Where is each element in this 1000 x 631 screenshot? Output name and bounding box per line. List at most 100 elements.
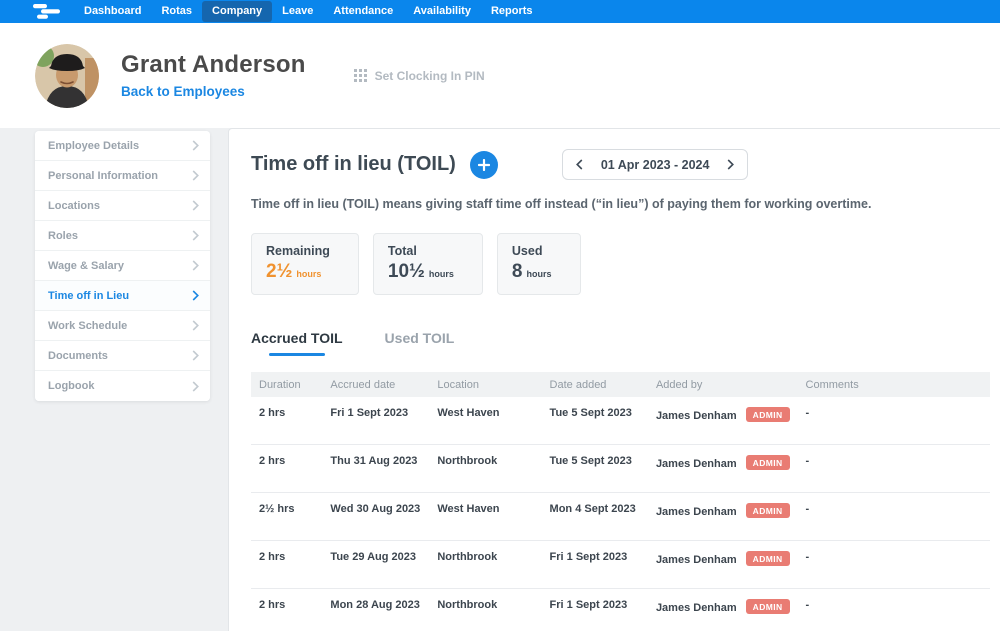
stat-unit: hours: [428, 269, 454, 279]
cell-duration: 2 hrs: [251, 444, 323, 493]
toil-title-row: Time off in lieu (TOIL) 01 Apr 2023 - 20…: [251, 149, 990, 180]
top-navbar: Dashboard Rotas Company Leave Attendance…: [0, 0, 1000, 23]
table-row: 2 hrs Fri 1 Sept 2023 West Haven Tue 5 S…: [251, 397, 990, 445]
cell-location: Northbrook: [429, 444, 542, 493]
cell-added-by: James Denham ADMIN: [647, 397, 798, 445]
employee-name: Grant Anderson: [121, 50, 306, 78]
date-next-button[interactable]: [717, 150, 743, 179]
chevron-left-icon: [576, 159, 583, 170]
chevron-right-icon: [192, 290, 199, 301]
nav-item-company[interactable]: Company: [202, 1, 273, 22]
chevron-right-icon: [192, 350, 199, 361]
sidebar-item-label: Personal Information: [48, 169, 159, 182]
sidebar-item-time-off-in-lieu[interactable]: Time off in Lieu: [35, 281, 210, 311]
stat-label: Total: [387, 244, 417, 258]
sidebar-item-locations[interactable]: Locations: [35, 191, 210, 221]
sidebar-item-logbook[interactable]: Logbook: [35, 371, 210, 401]
cell-comments: -: [797, 540, 990, 589]
date-range-label: 01 Apr 2023 - 2024: [600, 157, 710, 172]
column-header-location: Location: [429, 372, 542, 397]
sidebar-item-work-schedule[interactable]: Work Schedule: [35, 311, 210, 341]
rotacloud-logo-icon[interactable]: [30, 3, 62, 20]
tab-used-toil[interactable]: Used TOIL: [385, 330, 455, 356]
stat-label: Used: [511, 244, 543, 258]
set-clocking-pin-button[interactable]: Set Clocking In PIN: [353, 68, 485, 83]
avatar: [35, 43, 99, 108]
cell-comments: -: [797, 444, 990, 493]
toil-tabs: Accrued TOIL Used TOIL: [251, 330, 990, 356]
cell-date-added: Mon 4 Sept 2023: [541, 492, 648, 541]
toil-title: Time off in lieu (TOIL): [251, 153, 456, 175]
column-header-comments: Comments: [797, 372, 990, 397]
stat-unit: hours: [296, 269, 322, 279]
accrued-toil-table: Duration Accrued date Location Date adde…: [251, 372, 990, 631]
set-clocking-pin-label: Set Clocking In PIN: [374, 68, 485, 83]
column-header-date-added: Date added: [541, 372, 648, 397]
date-range-picker[interactable]: 01 Apr 2023 - 2024: [561, 149, 749, 180]
cell-duration: 2 hrs: [251, 397, 323, 445]
stat-unit: hours: [526, 269, 552, 279]
plus-icon: [477, 158, 490, 171]
admin-badge: ADMIN: [745, 503, 790, 518]
table-row: 2 hrs Mon 28 Aug 2023 Northbrook Fri 1 S…: [251, 588, 990, 631]
nav-item-availability[interactable]: Availability: [403, 1, 481, 22]
tab-accrued-toil[interactable]: Accrued TOIL: [251, 330, 343, 356]
chevron-right-icon: [192, 140, 199, 151]
cell-location: Northbrook: [429, 588, 542, 631]
table-row: 2 hrs Thu 31 Aug 2023 Northbrook Tue 5 S…: [251, 444, 990, 493]
added-by-name: James Denham: [655, 410, 737, 422]
column-header-duration: Duration: [251, 372, 323, 397]
sidebar-item-wage-salary[interactable]: Wage & Salary: [35, 251, 210, 281]
cell-added-by: James Denham ADMIN: [647, 540, 798, 589]
add-toil-button[interactable]: [469, 150, 498, 179]
employee-sidebar: Employee Details Personal Information Lo…: [35, 131, 210, 401]
cell-accrued-date: Tue 29 Aug 2023: [322, 540, 430, 589]
cell-accrued-date: Wed 30 Aug 2023: [322, 492, 430, 541]
cell-accrued-date: Fri 1 Sept 2023: [322, 397, 430, 445]
table-header-row: Duration Accrued date Location Date adde…: [251, 372, 990, 397]
sidebar-item-label: Logbook: [48, 380, 95, 392]
nav-item-dashboard[interactable]: Dashboard: [74, 1, 151, 22]
admin-badge: ADMIN: [745, 599, 790, 614]
admin-badge: ADMIN: [745, 455, 790, 470]
sidebar-column: Employee Details Personal Information Lo…: [0, 128, 228, 631]
chevron-right-icon: [192, 170, 199, 181]
profile-header: Grant Anderson Back to Employees Set Clo…: [0, 23, 1000, 128]
sidebar-item-label: Documents: [48, 349, 108, 362]
date-prev-button[interactable]: [567, 150, 593, 179]
sidebar-item-roles[interactable]: Roles: [35, 221, 210, 251]
toil-description: Time off in lieu (TOIL) means giving sta…: [251, 197, 872, 211]
nav-item-leave[interactable]: Leave: [272, 1, 323, 22]
cell-added-by: James Denham ADMIN: [647, 588, 798, 631]
sidebar-item-label: Employee Details: [48, 139, 140, 152]
sidebar-item-personal-information[interactable]: Personal Information: [35, 161, 210, 191]
sidebar-item-employee-details[interactable]: Employee Details: [35, 131, 210, 161]
cell-location: Northbrook: [429, 540, 542, 589]
table-row: 2½ hrs Wed 30 Aug 2023 West Haven Mon 4 …: [251, 492, 990, 541]
chevron-right-icon: [727, 159, 734, 170]
chevron-right-icon: [192, 230, 199, 241]
added-by-name: James Denham: [655, 506, 737, 518]
stat-card-remaining: Remaining 2½ hours: [251, 233, 359, 295]
cell-added-by: James Denham ADMIN: [647, 492, 798, 541]
nav-item-reports[interactable]: Reports: [481, 1, 543, 22]
cell-date-added: Fri 1 Sept 2023: [541, 540, 648, 589]
back-to-employees-link[interactable]: Back to Employees: [121, 84, 245, 99]
cell-duration: 2 hrs: [251, 588, 323, 631]
cell-duration: 2 hrs: [251, 540, 323, 589]
toil-panel: Time off in lieu (TOIL) 01 Apr 2023 - 20…: [228, 128, 1000, 631]
cell-comments: -: [797, 492, 990, 541]
stat-value: 8: [511, 261, 523, 282]
nav-item-attendance[interactable]: Attendance: [323, 1, 403, 22]
added-by-name: James Denham: [655, 602, 737, 614]
stat-card-used: Used 8 hours: [496, 233, 581, 295]
admin-badge: ADMIN: [745, 551, 790, 566]
column-header-added-by: Added by: [647, 372, 798, 397]
sidebar-item-label: Work Schedule: [48, 319, 128, 332]
nav-item-rotas[interactable]: Rotas: [151, 1, 202, 22]
cell-date-added: Tue 5 Sept 2023: [541, 397, 648, 445]
chevron-right-icon: [192, 380, 199, 392]
table-row: 2 hrs Tue 29 Aug 2023 Northbrook Fri 1 S…: [251, 540, 990, 589]
chevron-right-icon: [192, 200, 199, 211]
sidebar-item-documents[interactable]: Documents: [35, 341, 210, 371]
